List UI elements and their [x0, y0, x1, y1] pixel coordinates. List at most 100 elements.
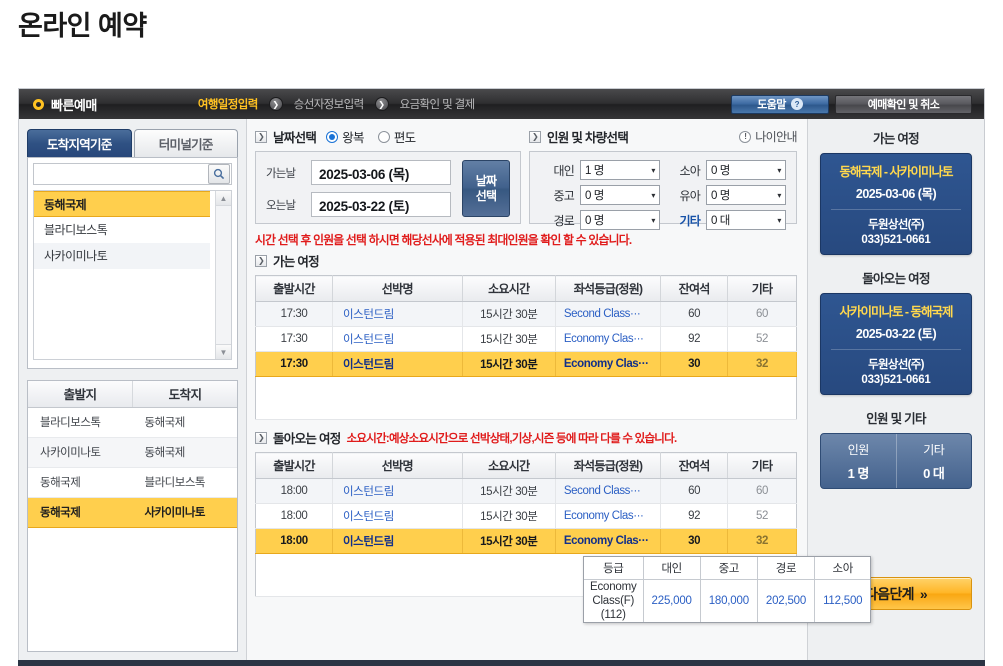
pax-grid: 대인 1 명 ▾ 소아 0 명 ▾ 중고 0 명 ▾ 유아 0 명 ▾ 경로 0… — [540, 160, 786, 230]
reservation-check-cancel-button[interactable]: 예매확인 및 취소 — [835, 94, 972, 114]
cell-ship-name[interactable]: 이스턴드림 — [332, 503, 463, 529]
cell-origin: 사카이미나토 — [28, 437, 133, 468]
pax-label-infant: 유아 — [679, 188, 701, 203]
pax-fields-box: 대인 1 명 ▾ 소아 0 명 ▾ 중고 0 명 ▾ 유아 0 명 ▾ 경로 0… — [529, 151, 797, 230]
pax-summary-title: 인원 및 기타 — [866, 412, 926, 426]
cell-etc: 52 — [727, 326, 797, 352]
outbound-schedule-table: 출발시간 선박명 소요시간 좌석등급(정원) 잔여석 기타 17:30 이스턴드… — [255, 275, 797, 420]
table-row-selected[interactable]: 동해국제 사카이미나토 — [28, 496, 237, 528]
top-navigation-bar: 빠른예매 여행일정입력 ❯ 승선자정보입력 ❯ 요금확인 및 결제 도움말 ? … — [19, 89, 984, 119]
pax-section-header: ❯ 인원 및 차량선택 ! 나이안내 — [529, 127, 798, 146]
chevron-down-icon: ▾ — [651, 215, 655, 225]
region-tabs: 도착지역기준 터미널기준 — [27, 129, 238, 157]
cell-seat-class[interactable]: Economy Clas··· — [555, 351, 662, 377]
cell-child-price: 112,500 — [823, 594, 863, 607]
cell-duration: 15시간 30분 — [462, 528, 556, 554]
table-row[interactable]: 18:00 이스턴드림 15시간 30분 Economy Clas··· 92 … — [255, 503, 797, 529]
pax-select-adult[interactable]: 1 명 ▾ — [580, 160, 660, 180]
inbound-section-title: 돌아오는 여정 — [273, 432, 341, 446]
column-header-destination: 도착지 — [132, 381, 237, 408]
date-section-title: 날짜선택 — [273, 131, 317, 145]
age-info-link[interactable]: ! 나이안내 — [739, 128, 798, 145]
scroll-down-icon[interactable]: ▼ — [216, 344, 231, 359]
pax-summary-people: 인원 1 명 — [821, 434, 896, 488]
cell-seat-class[interactable]: Economy Clas··· — [555, 326, 662, 352]
pax-label-student: 중고 — [553, 188, 575, 203]
column-header-duration: 소요시간 — [462, 275, 556, 302]
cell-remaining-seats: 92 — [660, 503, 729, 529]
step-travel-schedule[interactable]: 여행일정입력 — [198, 96, 258, 112]
radio-one-way[interactable]: 편도 — [377, 127, 416, 146]
inbound-section-subtitle: 소요시간:예상소요시간으로 선박상태,기상,시즌 등에 따라 다를 수 있습니다… — [346, 432, 678, 445]
pax-summary-vehicle-value: 0 대 — [923, 465, 945, 481]
brand-text: 빠른예매 — [51, 97, 97, 113]
table-row-selected[interactable]: 18:00 이스턴드림 15시간 30분 Economy Clas··· 30 … — [255, 528, 797, 554]
region-search-input[interactable] — [34, 164, 208, 184]
list-item[interactable]: 블라디보스톡 — [34, 217, 210, 243]
cell-ship-name[interactable]: 이스턴드림 — [332, 301, 463, 327]
radio-round-trip[interactable]: 왕복 — [326, 127, 365, 146]
cell-ship-name[interactable]: 이스턴드림 — [332, 351, 463, 377]
pax-section-title: 인원 및 차량선택 — [547, 131, 629, 145]
chevron-down-icon: ▾ — [777, 215, 781, 225]
help-button[interactable]: 도움말 ? — [731, 94, 829, 114]
cell-ship-name[interactable]: 이스턴드림 — [332, 326, 463, 352]
cell-seat-class[interactable]: Second Class··· — [555, 478, 662, 504]
scroll-up-icon[interactable]: ▲ — [216, 191, 231, 206]
cell-remaining-seats: 30 — [660, 528, 729, 554]
cell-etc: 60 — [727, 301, 797, 327]
step-payment[interactable]: 요금확인 및 결제 — [400, 96, 476, 112]
pax-select-vehicle[interactable]: 0 대 ▾ — [706, 210, 786, 230]
search-icon[interactable] — [208, 164, 230, 184]
table-row[interactable]: 사카이미나토 동해국제 — [28, 437, 237, 468]
pax-value-senior: 0 명 — [585, 215, 604, 227]
cell-etc: 52 — [727, 503, 797, 529]
column-header-grade: 등급 — [584, 557, 644, 580]
date-picker-button-line2: 선택 — [475, 188, 497, 203]
pax-summary-people-label: 인원 — [847, 442, 869, 457]
table-row[interactable]: 블라디보스톡 동해국제 — [28, 407, 237, 438]
table-row[interactable]: 17:30 이스턴드림 15시간 30분 Second Class··· 60 … — [255, 301, 797, 327]
cell-seat-class[interactable]: Economy Clas··· — [555, 528, 662, 554]
pax-select-student[interactable]: 0 명 ▾ — [580, 185, 660, 205]
help-button-label: 도움말 — [757, 99, 786, 111]
cell-destination: 동해국제 — [132, 407, 237, 438]
depart-date-input[interactable]: 2025-03-06 (목) — [311, 160, 451, 185]
column-header-adult-price: 대인 — [643, 557, 701, 580]
max-passenger-warning: 시간 선택 후 인원을 선택 하시면 해당선사에 적용된 최대인원을 확인 할 … — [255, 233, 632, 247]
pax-select-child[interactable]: 0 명 ▾ — [706, 160, 786, 180]
step-passenger-info[interactable]: 승선자정보입력 — [294, 96, 364, 112]
list-item[interactable]: 사카이미나토 — [34, 243, 210, 269]
list-item[interactable]: 동해국제 — [34, 191, 210, 217]
region-list-scrollbar[interactable]: ▲ ▼ — [215, 191, 231, 359]
chevron-right-icon: ❯ — [255, 431, 267, 444]
cell-remaining-seats: 30 — [660, 351, 729, 377]
cell-etc: 32 — [727, 528, 797, 554]
table-row-selected[interactable]: 17:30 이스턴드림 15시간 30분 Economy Clas··· 30 … — [255, 351, 797, 377]
table-row[interactable]: 17:30 이스턴드림 15시간 30분 Economy Clas··· 92 … — [255, 326, 797, 352]
table-row[interactable]: 동해국제 블라디보스톡 — [28, 467, 237, 498]
cell-seat-class[interactable]: Economy Clas··· — [555, 503, 662, 529]
cell-duration: 15시간 30분 — [462, 478, 556, 504]
next-step-label: 다음단계 — [865, 585, 914, 602]
pax-select-senior[interactable]: 0 명 ▾ — [580, 210, 660, 230]
double-chevron-right-icon: » — [919, 585, 928, 602]
center-panel: ❯ 날짜선택 왕복 편도 가는날 2025-03-06 (목) 오는날 2025… — [247, 119, 872, 660]
cell-destination: 사카이미나토 — [132, 496, 237, 528]
tab-terminal[interactable]: 터미널기준 — [133, 129, 238, 157]
tab-arrival-region[interactable]: 도착지역기준 — [27, 129, 132, 157]
date-picker-button[interactable]: 날짜 선택 — [462, 160, 510, 217]
page-title: 온라인 예약 — [18, 11, 147, 41]
cell-ship-name[interactable]: 이스턴드림 — [332, 528, 463, 554]
cell-etc: 60 — [727, 478, 797, 504]
cell-duration: 15시간 30분 — [462, 326, 556, 352]
pax-summary-box: 인원 1 명 기타 0 대 — [820, 433, 972, 489]
cell-ship-name[interactable]: 이스턴드림 — [332, 478, 463, 504]
cell-seat-class[interactable]: Second Class··· — [555, 301, 662, 327]
column-header-seat-class: 좌석등급(정원) — [555, 452, 662, 479]
table-row[interactable]: 18:00 이스턴드림 15시간 30분 Second Class··· 60 … — [255, 478, 797, 504]
footer-bar — [18, 660, 985, 666]
return-date-input[interactable]: 2025-03-22 (토) — [311, 192, 451, 217]
pax-select-infant[interactable]: 0 명 ▾ — [706, 185, 786, 205]
pax-value-vehicle: 0 대 — [711, 215, 730, 227]
